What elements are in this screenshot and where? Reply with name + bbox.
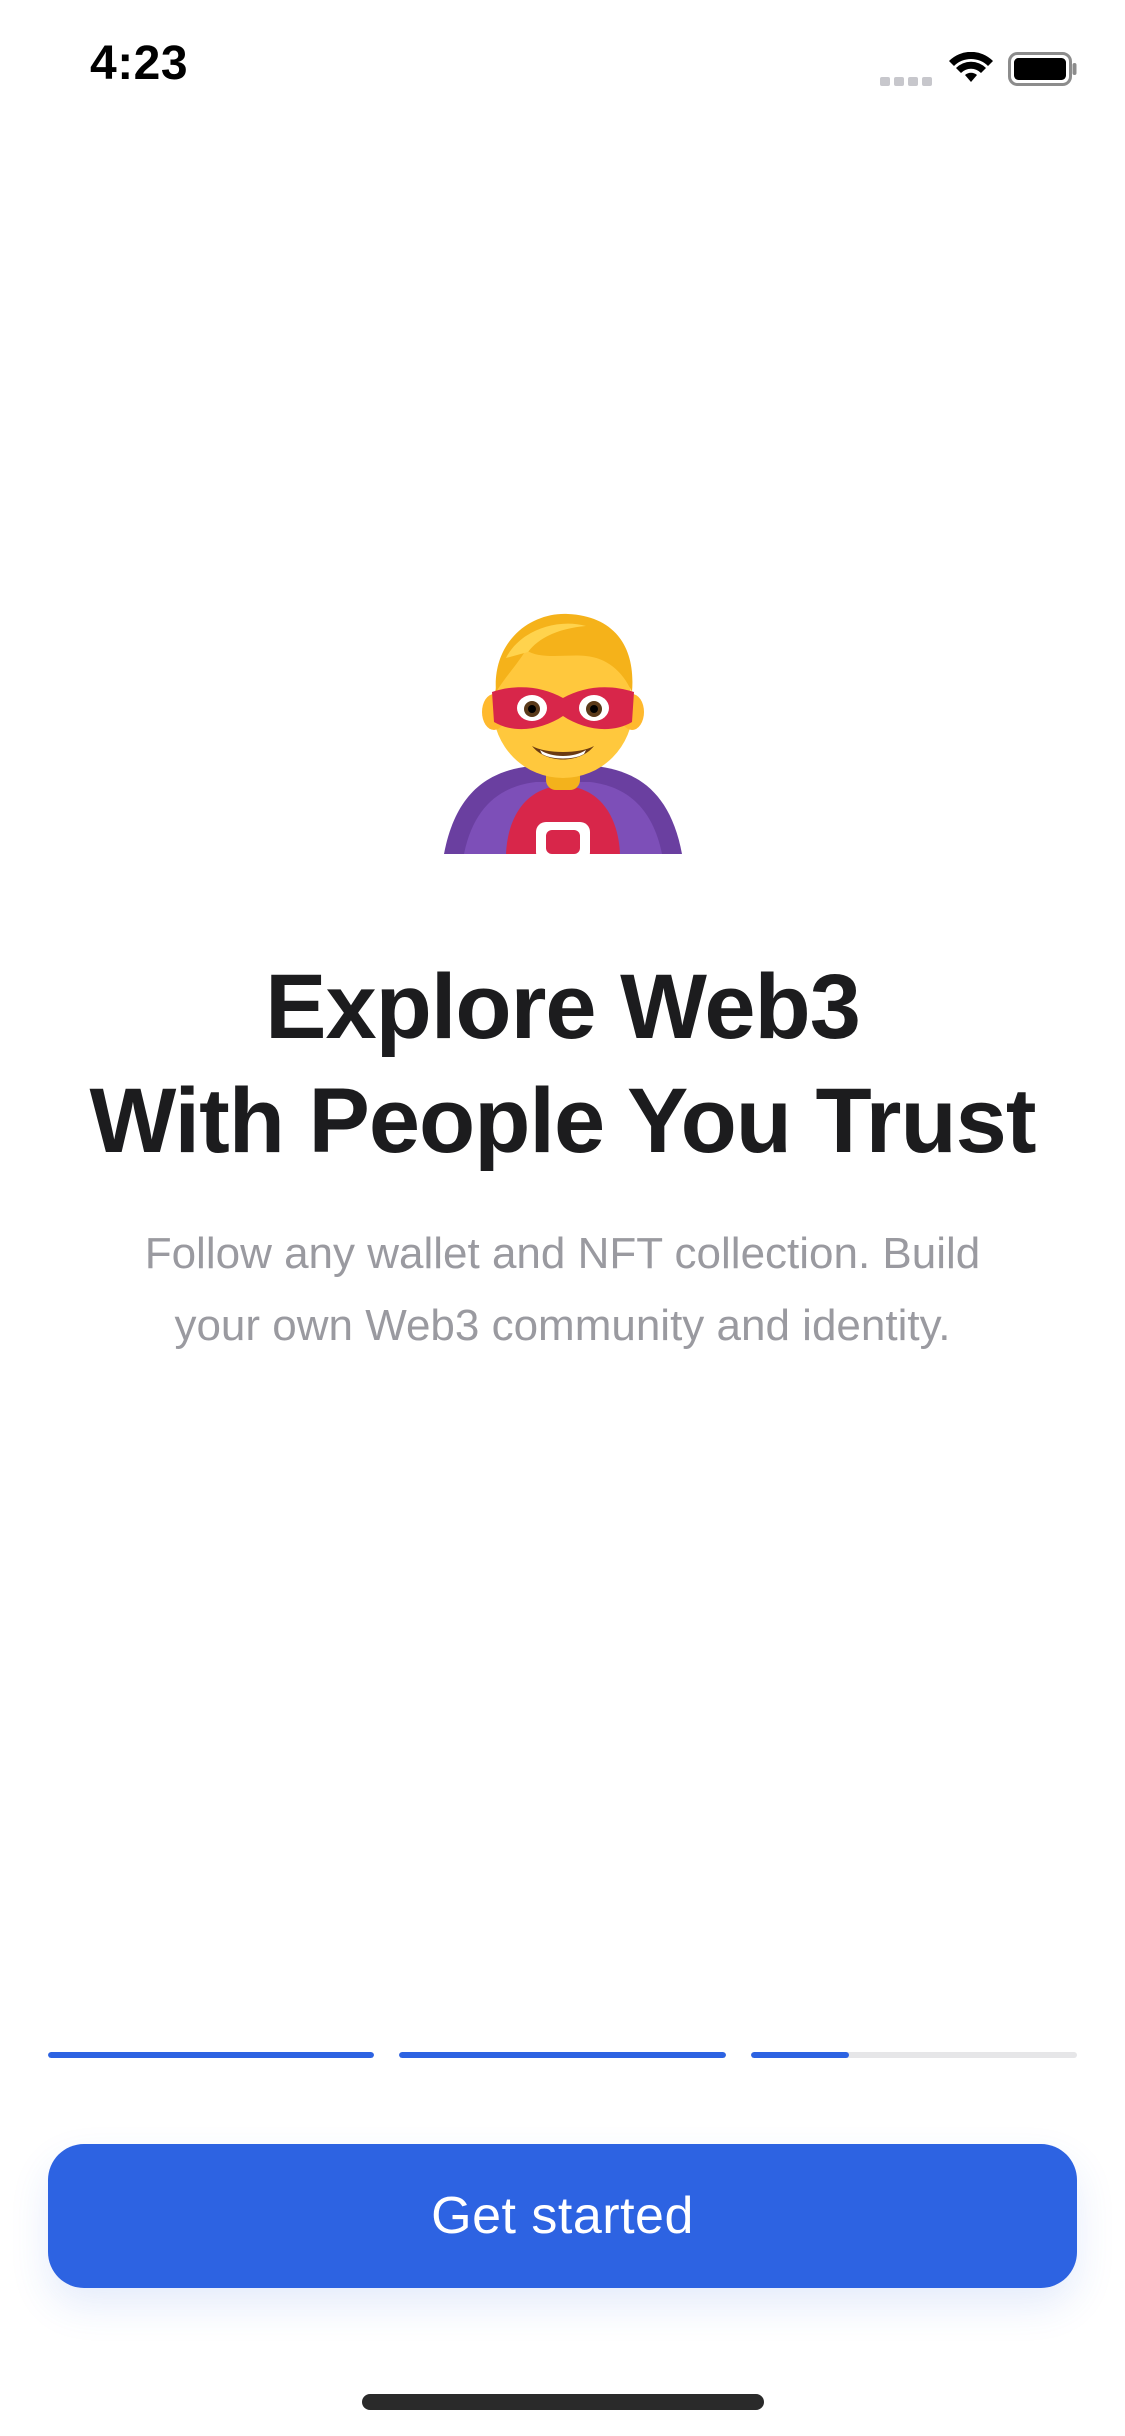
- subtitle-line-2: your own Web3 community and identity.: [174, 1301, 951, 1350]
- status-bar: 4:23: [0, 0, 1125, 140]
- subtitle-line-1: Follow any wallet and NFT collection. Bu…: [144, 1229, 981, 1278]
- page-title: Explore Web3 With People You Trust: [40, 950, 1085, 1178]
- progress-segment: [750, 2052, 1077, 2058]
- superhero-emoji-icon: [444, 613, 682, 854]
- page-subtitle: Follow any wallet and NFT collection. Bu…: [80, 1218, 1045, 1362]
- progress-segment: [399, 2052, 726, 2058]
- progress-fill: [48, 2052, 375, 2058]
- onboarding-progress: [48, 2052, 1077, 2060]
- progress-fill: [399, 2052, 726, 2058]
- title-line-1: Explore Web3: [265, 956, 861, 1058]
- home-indicator[interactable]: [362, 2394, 764, 2410]
- title-line-2: With People You Trust: [89, 1070, 1037, 1172]
- wifi-icon: [949, 52, 993, 82]
- battery-icon: [1008, 52, 1077, 86]
- onboarding-screen: 4:23 Explore Web3 With People You Trust …: [0, 0, 1125, 2436]
- status-time: 4:23: [90, 37, 189, 90]
- get-started-button[interactable]: Get started: [48, 2144, 1077, 2288]
- progress-segment: [48, 2052, 375, 2058]
- cellular-signal-icon: [880, 77, 932, 86]
- progress-fill: [750, 2052, 849, 2058]
